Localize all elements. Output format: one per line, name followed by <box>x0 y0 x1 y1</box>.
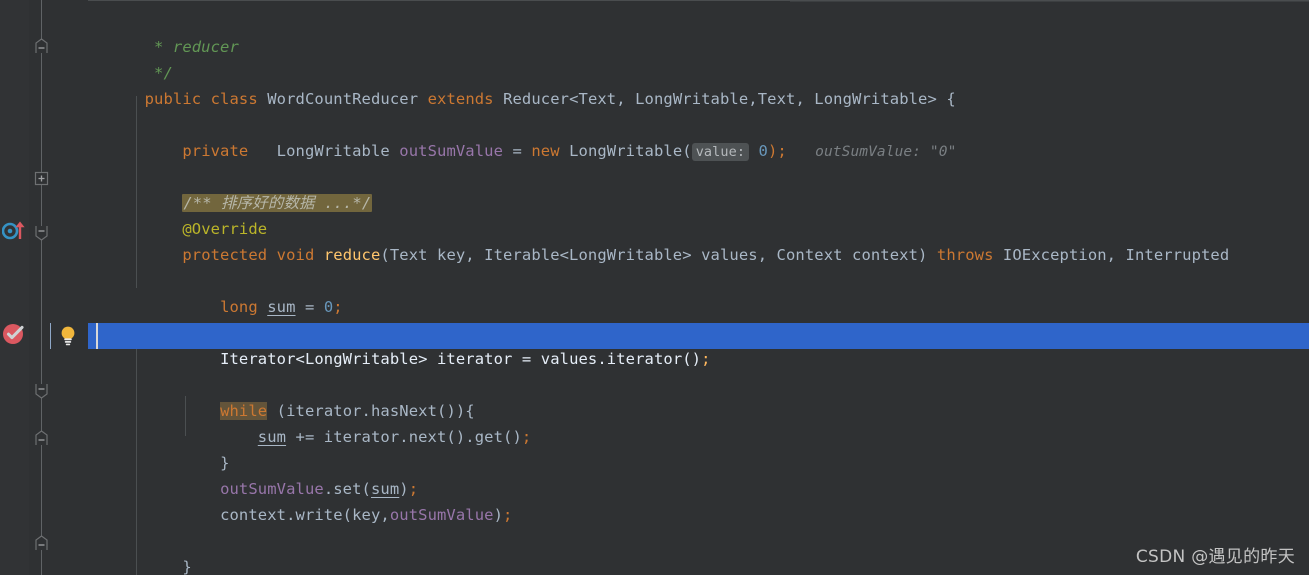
selected-line-marker-bar <box>50 323 51 349</box>
field-type: LongWritable <box>276 142 390 160</box>
fold-collapse-marker-start-line15[interactable] <box>33 382 50 399</box>
code-line-17[interactable]: } <box>88 424 230 472</box>
editor-fold-gutter[interactable] <box>29 0 88 575</box>
keyword-extends: extends <box>427 90 494 108</box>
superclass-signature: Reducer<Text, LongWritable,Text, LongWri… <box>503 90 956 108</box>
code-line-18[interactable]: outSumValue.set(sum); <box>88 450 418 498</box>
code-line-16[interactable]: sum += iterator.next().get(); <box>88 398 531 446</box>
field-name-outsumvalue: outSumValue <box>399 142 504 160</box>
indent-guide <box>136 96 137 288</box>
closing-brace-method: } <box>182 558 192 575</box>
keyword-new: new <box>531 142 560 160</box>
semicolon: ; <box>333 298 343 316</box>
keyword-throws: throws <box>936 246 994 264</box>
inline-debug-hint-outsumvalue[interactable]: outSumValue: "0" <box>815 144 956 160</box>
keyword-private: private <box>182 142 249 160</box>
semicolon: ; <box>701 350 711 368</box>
local-variable-sum: sum <box>267 298 296 316</box>
iterator-initializer: = values.iterator() <box>521 350 702 368</box>
code-line-5[interactable]: private LongWritable outSumValue = new L… <box>88 112 956 161</box>
fold-region-rail <box>41 0 42 575</box>
fold-collapse-marker-start-line9[interactable] <box>33 224 50 241</box>
keyword-class: class <box>210 90 258 108</box>
constructor-call: LongWritable( <box>569 142 692 160</box>
numeric-literal-zero: 0 <box>758 142 768 160</box>
code-editor[interactable]: * reducer */ public class WordCountReduc… <box>0 0 1309 575</box>
code-line-2[interactable]: */ <box>88 34 173 82</box>
keyword-protected: protected <box>182 246 268 264</box>
fold-collapse-marker-end-line17[interactable] <box>33 430 50 447</box>
indent-guide <box>136 349 137 575</box>
keyword-public: public <box>144 90 202 108</box>
sum-accumulate-expression: += iterator.next().get() <box>295 428 522 446</box>
code-line-1[interactable]: * reducer <box>88 8 239 56</box>
local-variable-sum: sum <box>257 428 287 446</box>
code-text-area[interactable]: * reducer */ public class WordCountReduc… <box>88 0 1309 575</box>
breakpoint-verified-icon[interactable] <box>1 320 27 350</box>
indent-guide <box>185 396 186 436</box>
code-line-9[interactable]: protected void reduce(Text key, Iterable… <box>88 216 1229 264</box>
keyword-long: long <box>220 298 258 316</box>
semicolon: ; <box>503 506 513 524</box>
csdn-watermark: CSDN @遇见的昨天 <box>1135 547 1295 567</box>
code-line-13[interactable]: Iterator<LongWritable> iterator = values… <box>88 320 711 368</box>
numeric-literal-zero: 0 <box>323 298 334 316</box>
code-line-8[interactable]: @Override <box>88 190 267 238</box>
fold-collapse-marker-end-line21[interactable] <box>33 535 50 552</box>
reduce-parameters: (Text key, Iterable<LongWritable> values… <box>380 246 937 264</box>
iterator-declaration-type: Iterator<LongWritable> <box>220 350 428 368</box>
keyword-void: void <box>276 246 315 264</box>
overriding-method-icon[interactable] <box>1 219 28 245</box>
code-line-7[interactable]: /** 排序好的数据 ...*/ <box>88 164 373 212</box>
field-name-outsumvalue: outSumValue <box>389 506 494 524</box>
code-line-19[interactable]: context.write(key,outSumValue); <box>88 476 512 524</box>
code-line-11[interactable]: long sum = 0; <box>88 268 343 316</box>
code-line-21[interactable]: } <box>88 528 192 575</box>
reduce-exceptions: IOException, Interrupted <box>993 246 1230 264</box>
constructor-close: ); <box>767 142 787 160</box>
code-line-15[interactable]: while (iterator.hasNext()){ <box>88 372 475 420</box>
fold-collapse-marker-end-line2[interactable] <box>33 38 50 55</box>
class-name: WordCountReducer <box>267 90 419 108</box>
code-line-3[interactable]: public class WordCountReducer extends Re… <box>88 60 956 108</box>
fold-expand-marker-line7[interactable] <box>33 170 50 187</box>
semicolon: ; <box>521 428 532 446</box>
context-write-call: context.write(key, <box>220 506 390 524</box>
editor-icon-gutter[interactable] <box>0 0 29 575</box>
assign-operator: = <box>512 142 522 160</box>
local-variable-iterator: iterator <box>437 350 513 368</box>
method-name-reduce: reduce <box>323 246 381 264</box>
parameter-hint-value[interactable]: value: <box>691 143 750 161</box>
intention-bulb-icon[interactable] <box>58 325 78 351</box>
code-line-22[interactable]: } <box>88 554 154 575</box>
text-caret <box>96 323 98 349</box>
assign-operator: = <box>295 298 324 316</box>
closing-paren: ) <box>493 506 504 524</box>
